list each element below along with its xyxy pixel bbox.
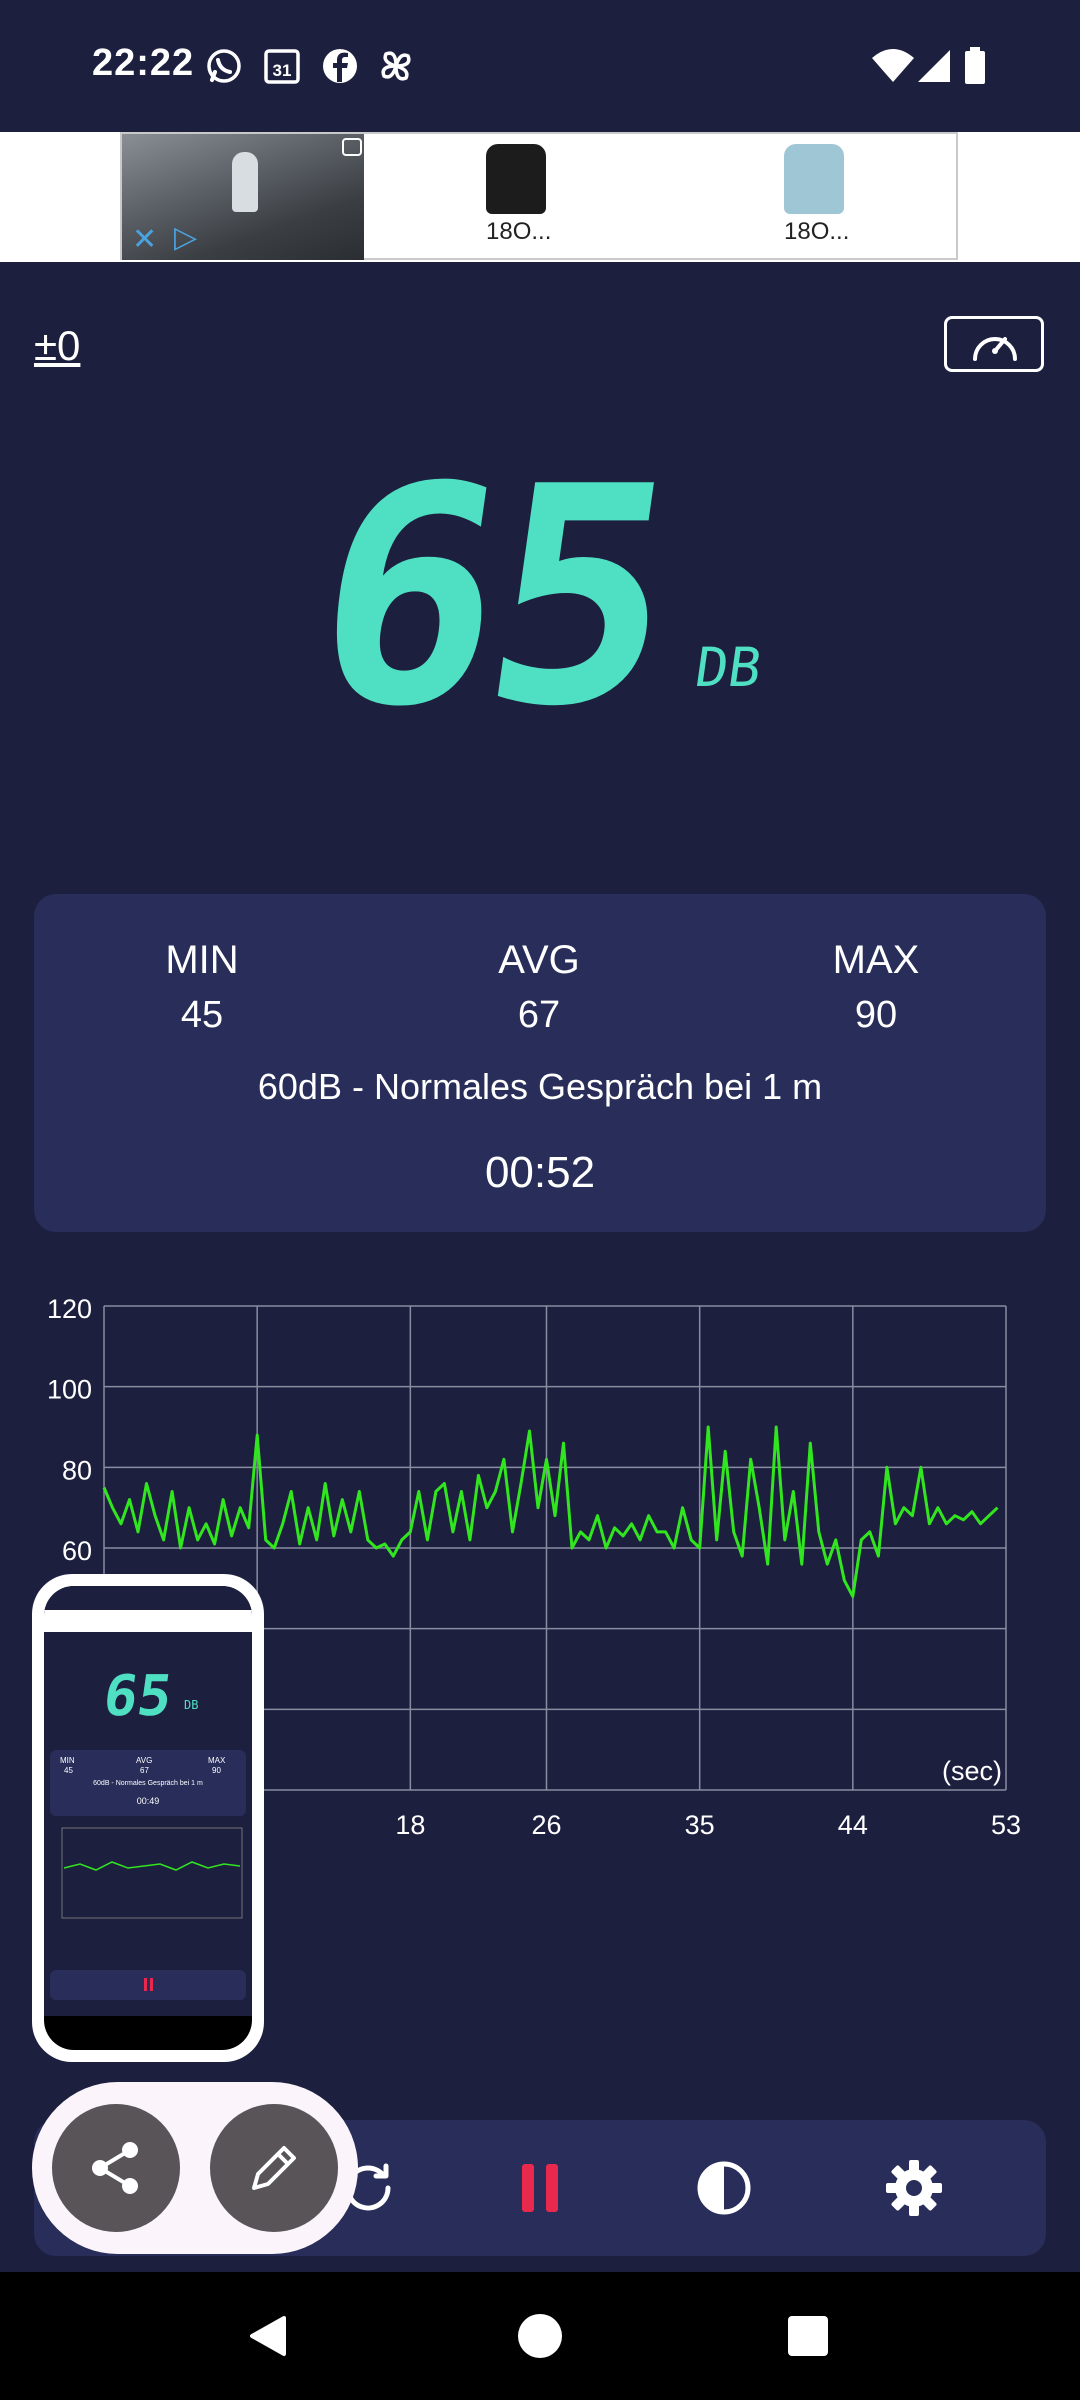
ad-banner[interactable]: ✕ ▷ 18O... 18O... <box>0 132 1080 262</box>
ad-hiker-figure <box>232 152 258 212</box>
preview-max-label: MAX <box>208 1756 226 1765</box>
elapsed-timer: 00:52 <box>484 1148 596 1197</box>
calendar-icon: 31 <box>264 49 300 84</box>
status-time: 22:22 <box>92 42 195 84</box>
preview-pause-bar-left <box>144 1978 147 1991</box>
preview-min-label: MIN <box>60 1756 75 1765</box>
facebook-icon <box>323 49 357 83</box>
chart-x-unit: (sec) <box>942 1756 1002 1786</box>
max-value: 90 <box>854 994 898 1036</box>
min-value: 45 <box>180 994 224 1036</box>
screenshot-actions <box>32 2082 358 2254</box>
preview-stats: MIN 45 AVG 67 MAX 90 60dB - Normales Ges… <box>50 1750 246 1816</box>
preview-avg-value: 67 <box>140 1766 149 1775</box>
chart-y-tick: 60 <box>62 1536 92 1566</box>
decibel-unit: DB <box>691 636 766 699</box>
ad-product-price[interactable]: 18O... <box>784 218 849 246</box>
settings-icon[interactable] <box>880 2154 948 2222</box>
pause-icon[interactable] <box>506 2154 574 2222</box>
preview-max-value: 90 <box>212 1766 221 1775</box>
chart-y-tick: 100 <box>47 1375 92 1405</box>
preview-unit: DB <box>184 1698 199 1712</box>
preview-chart <box>61 1827 243 1919</box>
status-bar: 22:22 31 <box>0 0 1080 132</box>
wifi-icon <box>872 49 914 82</box>
contrast-icon[interactable] <box>690 2154 758 2222</box>
edit-icon <box>252 2146 296 2190</box>
ad-product-vest-black[interactable] <box>486 144 546 214</box>
stats-card: MIN 45 AVG 67 MAX 90 60dB - Normales Ges… <box>34 894 1046 1232</box>
ad-image[interactable]: ✕ ▷ <box>122 134 364 260</box>
avg-value: 67 <box>517 994 561 1036</box>
speedometer-icon <box>973 337 1017 361</box>
battery-icon <box>965 47 985 84</box>
navigation-bar <box>0 2272 1080 2400</box>
avg-label: AVG <box>498 938 580 982</box>
chart-y-tick: 80 <box>62 1455 92 1485</box>
ad-play-icon[interactable]: ▷ <box>174 220 197 255</box>
chart-series-line <box>102 1425 999 1598</box>
meter-mode-button[interactable] <box>944 316 1044 372</box>
share-button[interactable] <box>52 2104 180 2232</box>
chart-x-tick: 26 <box>531 1810 561 1840</box>
preview-toolbar <box>50 1970 246 2000</box>
screenshot-preview[interactable]: 65 DB MIN 45 AVG 67 MAX 90 60dB - Normal… <box>32 1574 264 2062</box>
whatsapp-icon <box>207 49 241 83</box>
max-label: MAX <box>832 938 920 982</box>
chart-x-tick: 53 <box>991 1810 1021 1840</box>
chart-y-tick: 120 <box>47 1294 92 1324</box>
signal-icon <box>918 50 950 82</box>
preview-description: 60dB - Normales Gespräch bei 1 m <box>93 1780 203 1787</box>
recents-icon[interactable] <box>786 2314 830 2358</box>
preview-min-value: 45 <box>64 1766 73 1775</box>
preview-avg-label: AVG <box>136 1756 153 1765</box>
preview-ad <box>44 1610 252 1632</box>
ad-product-price[interactable]: 18O... <box>486 218 551 246</box>
home-icon[interactable] <box>516 2312 564 2360</box>
ad-product-vest-blue[interactable] <box>784 144 844 214</box>
chart-x-tick: 35 <box>685 1810 715 1840</box>
pinwheel-icon <box>381 51 411 81</box>
calibration-button[interactable]: ±0 <box>34 322 80 370</box>
ad-container[interactable]: ✕ ▷ 18O... 18O... <box>120 132 958 260</box>
ad-close-icon[interactable]: ✕ <box>132 222 157 257</box>
preview-pause-bar-right <box>150 1978 153 1991</box>
chart-x-tick: 18 <box>395 1810 425 1840</box>
screenshot-preview-screen: 65 DB MIN 45 AVG 67 MAX 90 60dB - Normal… <box>44 1586 252 2050</box>
calendar-day: 31 <box>273 61 292 80</box>
ad-badge-icon <box>342 138 362 156</box>
decibel-value: 65 <box>295 423 686 772</box>
noise-description: 60dB - Normales Gespräch bei 1 m <box>257 1066 823 1107</box>
chart-x-tick: 44 <box>838 1810 868 1840</box>
min-label: MIN <box>165 938 239 982</box>
preview-timer: 00:49 <box>136 1796 160 1806</box>
preview-value: 65 <box>99 1664 177 1729</box>
share-icon <box>92 2142 138 2194</box>
back-icon[interactable] <box>244 2312 292 2360</box>
edit-button[interactable] <box>210 2104 338 2232</box>
